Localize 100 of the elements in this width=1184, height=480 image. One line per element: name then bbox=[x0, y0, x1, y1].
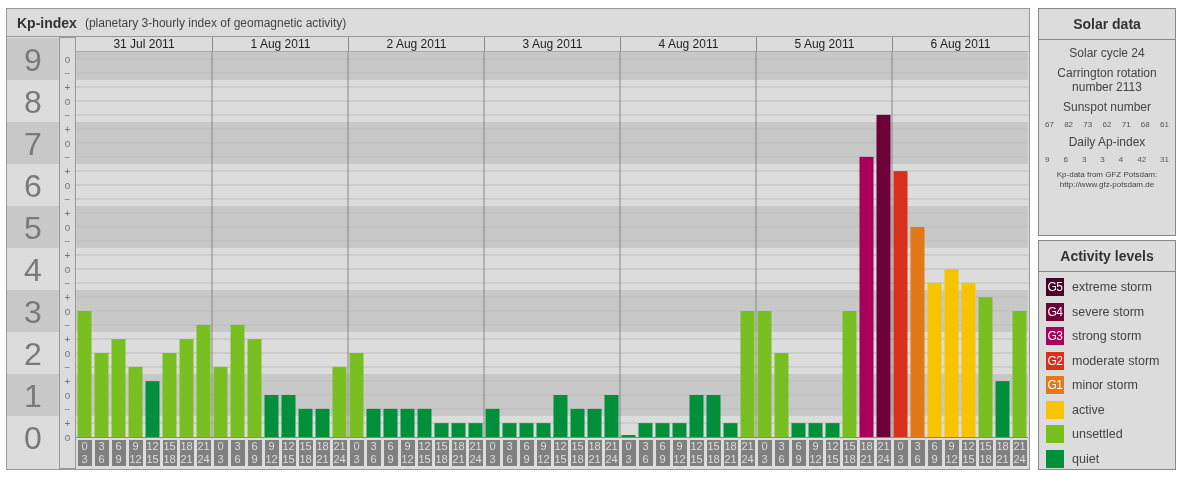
sunspot-number: 82 bbox=[1064, 120, 1074, 129]
minor-tick-label: − bbox=[64, 277, 71, 289]
time-slot-label: 3 6 bbox=[774, 440, 789, 466]
ap-index-value: 6 bbox=[1063, 155, 1068, 164]
minor-tick-label: − bbox=[64, 319, 71, 331]
y-axis-label: 9 bbox=[24, 42, 42, 78]
time-slot-label: 18 21 bbox=[315, 440, 330, 466]
sunspot-number: 71 bbox=[1121, 120, 1131, 129]
level-swatch: G4 bbox=[1046, 302, 1064, 321]
shaded-band bbox=[7, 374, 59, 416]
time-slot-label: 6 9 bbox=[927, 440, 942, 466]
y-axis-label: 0 bbox=[24, 420, 42, 456]
time-slot-label: 12 15 bbox=[281, 440, 296, 466]
time-slot-label: 15 18 bbox=[162, 440, 177, 466]
sunspot-number: 62 bbox=[1102, 120, 1112, 129]
minor-tick-label: o bbox=[64, 137, 71, 149]
time-slot-label: 0 3 bbox=[485, 440, 500, 466]
minor-tick-label: o bbox=[64, 431, 71, 443]
minor-tick-label: + bbox=[64, 165, 71, 177]
time-slot-label: 6 9 bbox=[791, 440, 806, 466]
ap-index-value: 9 bbox=[1045, 155, 1050, 164]
level-label: extreme storm bbox=[1072, 280, 1152, 295]
minor-tick-label: o bbox=[64, 221, 71, 233]
time-slot-label: 21 24 bbox=[604, 440, 619, 466]
ap-index-value: 3 bbox=[1081, 155, 1087, 164]
minor-tick-label: o bbox=[64, 95, 71, 107]
minor-tick-label: + bbox=[64, 375, 71, 387]
level-label: severe storm bbox=[1072, 304, 1145, 319]
time-slot-label: 15 18 bbox=[978, 440, 993, 466]
chart-subtitle: (planetary 3-hourly index of geomagnetic activity) bbox=[84, 15, 347, 30]
minor-tick-label: o bbox=[64, 53, 71, 65]
time-slot-label: 0 3 bbox=[349, 440, 364, 466]
solar-cycle: Solar cycle 24 bbox=[1068, 46, 1146, 60]
sunspot-number: 67 bbox=[1045, 120, 1054, 129]
time-slot-label: 9 12 bbox=[808, 440, 823, 466]
time-slot-label: 3 6 bbox=[94, 440, 109, 466]
time-slot-label: 6 9 bbox=[383, 440, 398, 466]
time-slot-label: 21 24 bbox=[332, 440, 347, 466]
shaded-band bbox=[7, 206, 59, 248]
time-slot-label: 6 9 bbox=[655, 440, 670, 466]
time-slot-label: 3 6 bbox=[366, 440, 381, 466]
minor-tick-label: + bbox=[64, 123, 71, 135]
time-slot-label: 12 15 bbox=[417, 440, 432, 466]
time-slot-label: 21 24 bbox=[876, 440, 891, 466]
time-slot-label: 21 24 bbox=[740, 440, 755, 466]
y-axis-label: 4 bbox=[24, 252, 42, 288]
chart-title: Kp-index bbox=[17, 14, 77, 31]
level-label: moderate storm bbox=[1072, 353, 1160, 368]
y-axis-label: 2 bbox=[24, 336, 42, 372]
time-slot-label: 18 21 bbox=[723, 440, 738, 466]
time-slot-label: 0 3 bbox=[893, 440, 908, 466]
sunspot-label: Sunspot number bbox=[1061, 100, 1153, 114]
minor-tick-label: + bbox=[64, 291, 71, 303]
time-slot-label: 12 15 bbox=[825, 440, 840, 466]
minor-tick-label: + bbox=[64, 417, 71, 429]
time-slot-label: 21 24 bbox=[468, 440, 483, 466]
time-slot-label: 18 21 bbox=[859, 440, 874, 466]
y-axis-label: 6 bbox=[24, 168, 42, 204]
time-slot-label: 3 6 bbox=[910, 440, 925, 466]
level-label: minor storm bbox=[1072, 378, 1138, 393]
y-axis-label: 5 bbox=[24, 210, 42, 246]
time-slot-label: 0 3 bbox=[213, 440, 228, 466]
ap-index-value: 4 bbox=[1118, 155, 1124, 164]
time-slot-label: 6 9 bbox=[247, 440, 262, 466]
credit-link[interactable]: http://www.gfz-potsdam.de bbox=[1059, 180, 1155, 190]
time-slot-label: 12 15 bbox=[961, 440, 976, 466]
time-slot-label: 9 12 bbox=[128, 440, 143, 466]
time-slot-label: 12 15 bbox=[553, 440, 568, 466]
minor-tick-label: o bbox=[64, 305, 71, 317]
time-slot-label: 15 18 bbox=[570, 440, 585, 466]
time-slot-label: 0 3 bbox=[77, 440, 92, 466]
shaded-band bbox=[7, 38, 59, 80]
ap-index-value: 31 bbox=[1160, 155, 1169, 164]
carrington-rotation: Carrington rotation number 2113 bbox=[1056, 66, 1158, 94]
time-slot-label: 15 18 bbox=[434, 440, 449, 466]
y-axis-label: 8 bbox=[24, 84, 42, 120]
sunspot-number: 73 bbox=[1083, 120, 1093, 129]
minor-tick-label: − bbox=[64, 67, 71, 79]
time-slot-label: 12 15 bbox=[145, 440, 160, 466]
time-slot-label: 18 21 bbox=[451, 440, 466, 466]
minor-tick-label: − bbox=[64, 361, 71, 373]
time-slot-label: 9 12 bbox=[264, 440, 279, 466]
time-slot-label: 15 18 bbox=[706, 440, 721, 466]
ap-index-label: Daily Ap-index bbox=[1067, 135, 1147, 149]
level-label: quiet bbox=[1072, 451, 1100, 466]
minor-tick-label: o bbox=[64, 179, 71, 191]
minor-tick-label: o bbox=[64, 263, 71, 275]
level-label: active bbox=[1072, 402, 1105, 417]
time-slot-label: 0 3 bbox=[621, 440, 636, 466]
y-axis-label: 1 bbox=[24, 378, 42, 414]
level-label: strong storm bbox=[1072, 329, 1142, 344]
level-swatch: G1 bbox=[1046, 376, 1064, 395]
shaded-band bbox=[7, 290, 59, 332]
time-slot-label: 18 21 bbox=[587, 440, 602, 466]
sunspot-number: 61 bbox=[1160, 120, 1169, 129]
time-slot-label: 18 21 bbox=[179, 440, 194, 466]
time-slot-label: 6 9 bbox=[519, 440, 534, 466]
minor-tick-label: + bbox=[64, 249, 71, 261]
time-slot-label: 9 12 bbox=[944, 440, 959, 466]
level-swatch: G5 bbox=[1046, 278, 1064, 297]
